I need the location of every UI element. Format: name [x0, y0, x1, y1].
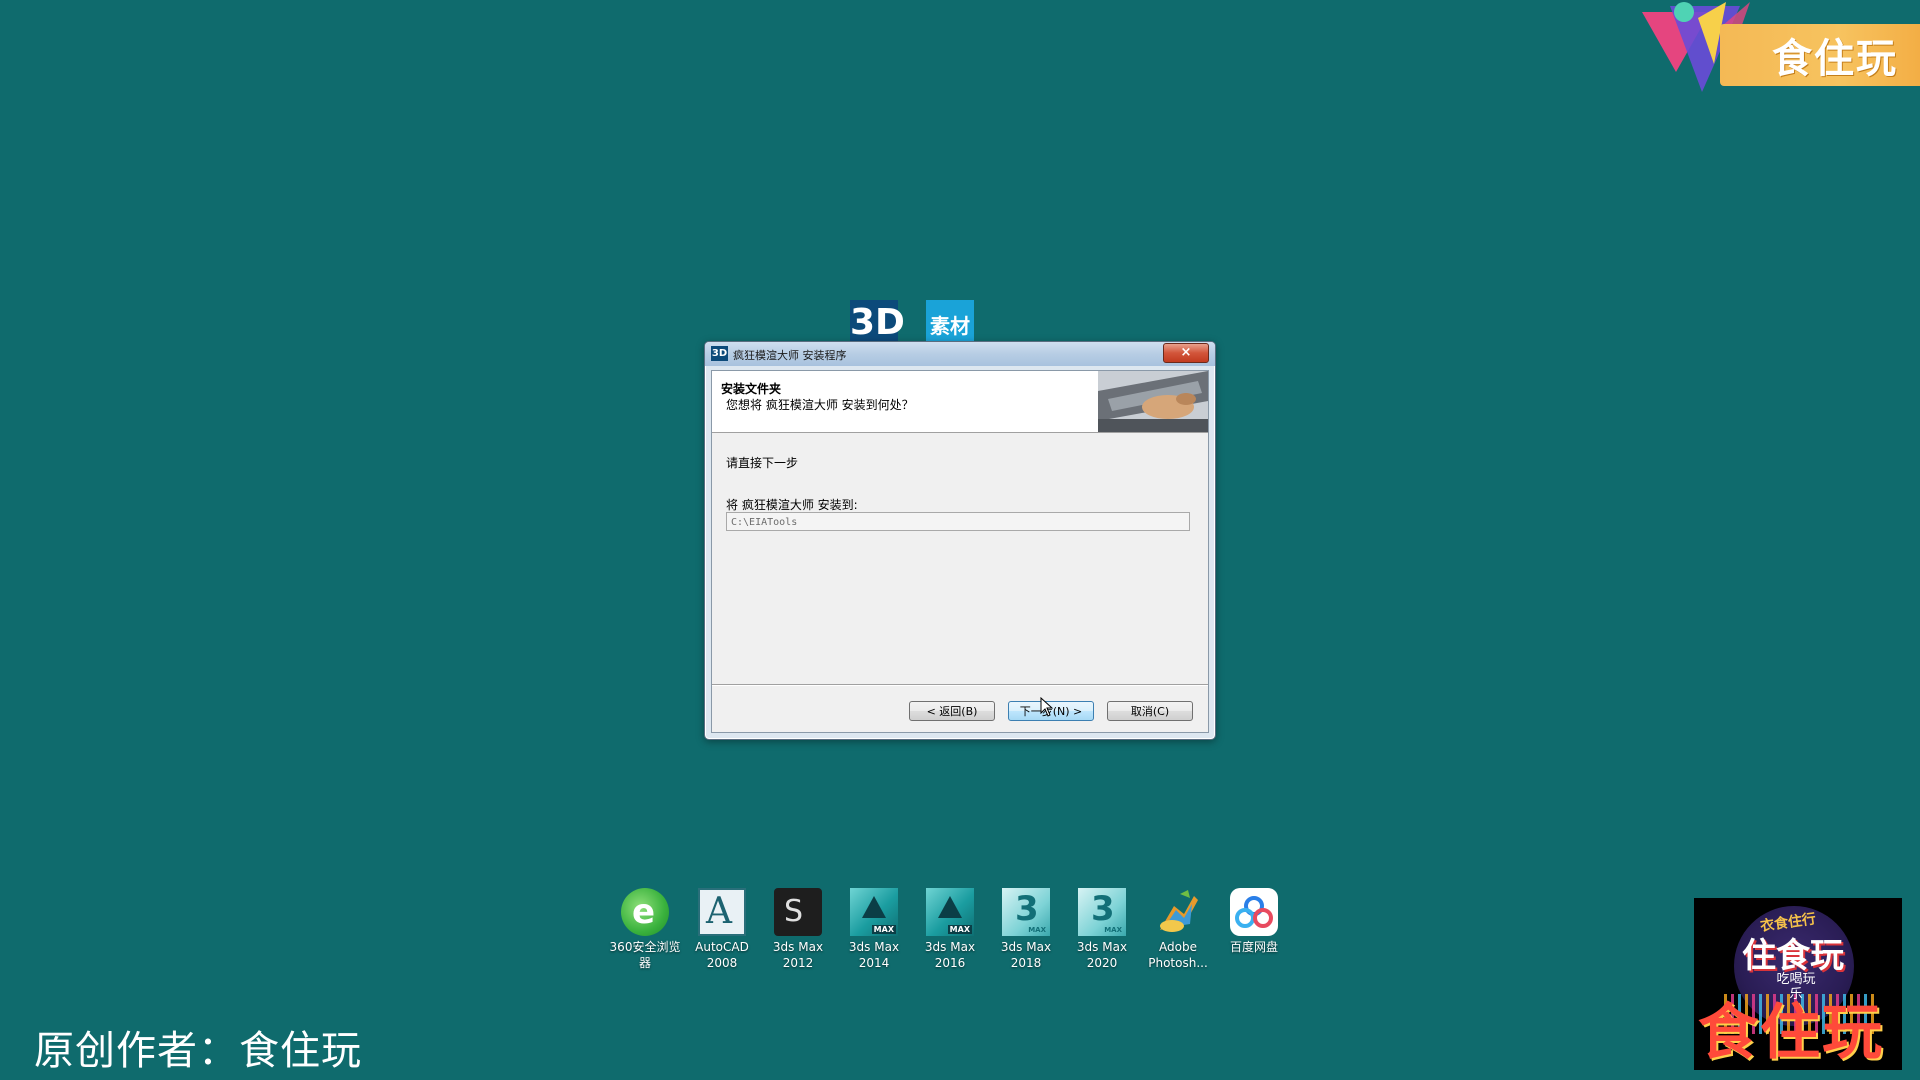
desktop-icon-3dsmax-2020[interactable]: 3 MAX 3ds Max 2020: [1064, 888, 1140, 971]
wizard-header-title: 安装文件夹: [721, 382, 782, 396]
dialog-titlebar[interactable]: 3D 疯狂模渲大师 安装程序 ×: [705, 342, 1215, 366]
3dsmax-2018-icon: 3 MAX: [1002, 888, 1050, 936]
baidu-netdisk-icon: [1230, 888, 1278, 936]
logo-3d-block: 3D: [850, 300, 905, 346]
desktop-icon-360-browser[interactable]: e 360安全浏览器: [607, 888, 683, 971]
logo-sucai-block: 素材: [926, 300, 974, 346]
close-button[interactable]: ×: [1163, 343, 1209, 363]
desktop-icon-3dsmax-2014[interactable]: MAX 3ds Max 2014: [836, 888, 912, 971]
desktop-icon-3dsmax-2012[interactable]: S 3ds Max 2012: [760, 888, 836, 971]
author-credit: 原创作者：食住玩: [34, 1028, 362, 1074]
instruction-text: 请直接下一步: [726, 456, 799, 470]
install-path-input[interactable]: C:\EIATools: [726, 512, 1190, 531]
3dsmax-2020-icon: 3 MAX: [1078, 888, 1126, 936]
dialog-client-area: 安装文件夹 您想将 疯狂模渲大师 安装到何处？ 请直接下一步 将 疯狂模渲大师 …: [711, 370, 1209, 733]
desktop-icon-label: Adobe Photosh...: [1148, 940, 1208, 970]
desktop-icon-label: AutoCAD 2008: [695, 940, 749, 970]
desktop-icon-label: 3ds Max 2014: [848, 940, 900, 970]
3dsmax-2012-icon: S: [774, 888, 822, 936]
logo-mid-text: 住食玩: [1742, 936, 1844, 976]
desktop-icon-baidu-netdisk[interactable]: 百度网盘: [1216, 888, 1292, 955]
wizard-header-subtitle: 您想将 疯狂模渲大师 安装到何处？: [726, 398, 914, 412]
logo-big-text: 食住玩: [1698, 998, 1884, 1068]
installer-dialog: 3D 疯狂模渲大师 安装程序 × 安装文件夹 您想将 疯狂模渲大师 安装到何处？…: [704, 341, 1216, 740]
button-separator: [712, 684, 1208, 686]
desktop-icon-photoshop[interactable]: Adobe Photosh...: [1140, 888, 1216, 971]
desktop-icon-label: 3ds Max 2012: [772, 940, 824, 970]
3dsmax-2014-icon: MAX: [850, 888, 898, 936]
mouse-cursor-icon: [1040, 697, 1054, 717]
desktop-icon-label: 3ds Max 2018: [1000, 940, 1052, 970]
wizard-header-image: [1098, 371, 1208, 432]
keyboard-hand-image-icon: [1098, 371, 1208, 432]
dialog-title: 疯狂模渲大师 安装程序: [733, 349, 847, 362]
cancel-button[interactable]: 取消(C): [1107, 701, 1193, 721]
desktop-icon-autocad-2008[interactable]: A AutoCAD 2008: [684, 888, 760, 971]
desktop-icon-label: 百度网盘: [1229, 940, 1278, 954]
ie-360-icon: e: [621, 888, 669, 936]
autocad-icon: A: [698, 888, 746, 936]
photoshop-icon: [1154, 888, 1202, 936]
3dsmax-2016-icon: MAX: [926, 888, 974, 936]
desktop-icon-label: 3ds Max 2016: [924, 940, 976, 970]
desktop-icon-label: 360安全浏览器: [609, 940, 681, 970]
app-icon: 3D: [711, 346, 728, 361]
channel-logo: 衣食住行 住食玩 吃喝玩乐 食住玩: [1694, 898, 1902, 1070]
brand-text: 食住玩: [1772, 36, 1898, 82]
install-path-label: 将 疯狂模渲大师 安装到:: [726, 498, 858, 512]
desktop-icon-3dsmax-2018[interactable]: 3 MAX 3ds Max 2018: [988, 888, 1064, 971]
back-button[interactable]: < 返回(B): [909, 701, 995, 721]
desktop-icon-3dsmax-2016[interactable]: MAX 3ds Max 2016: [912, 888, 988, 971]
desktop-icon-label: 3ds Max 2020: [1076, 940, 1128, 970]
wizard-header: 安装文件夹 您想将 疯狂模渲大师 安装到何处？: [712, 371, 1208, 433]
brand-banner: 食住玩: [1640, 0, 1920, 110]
